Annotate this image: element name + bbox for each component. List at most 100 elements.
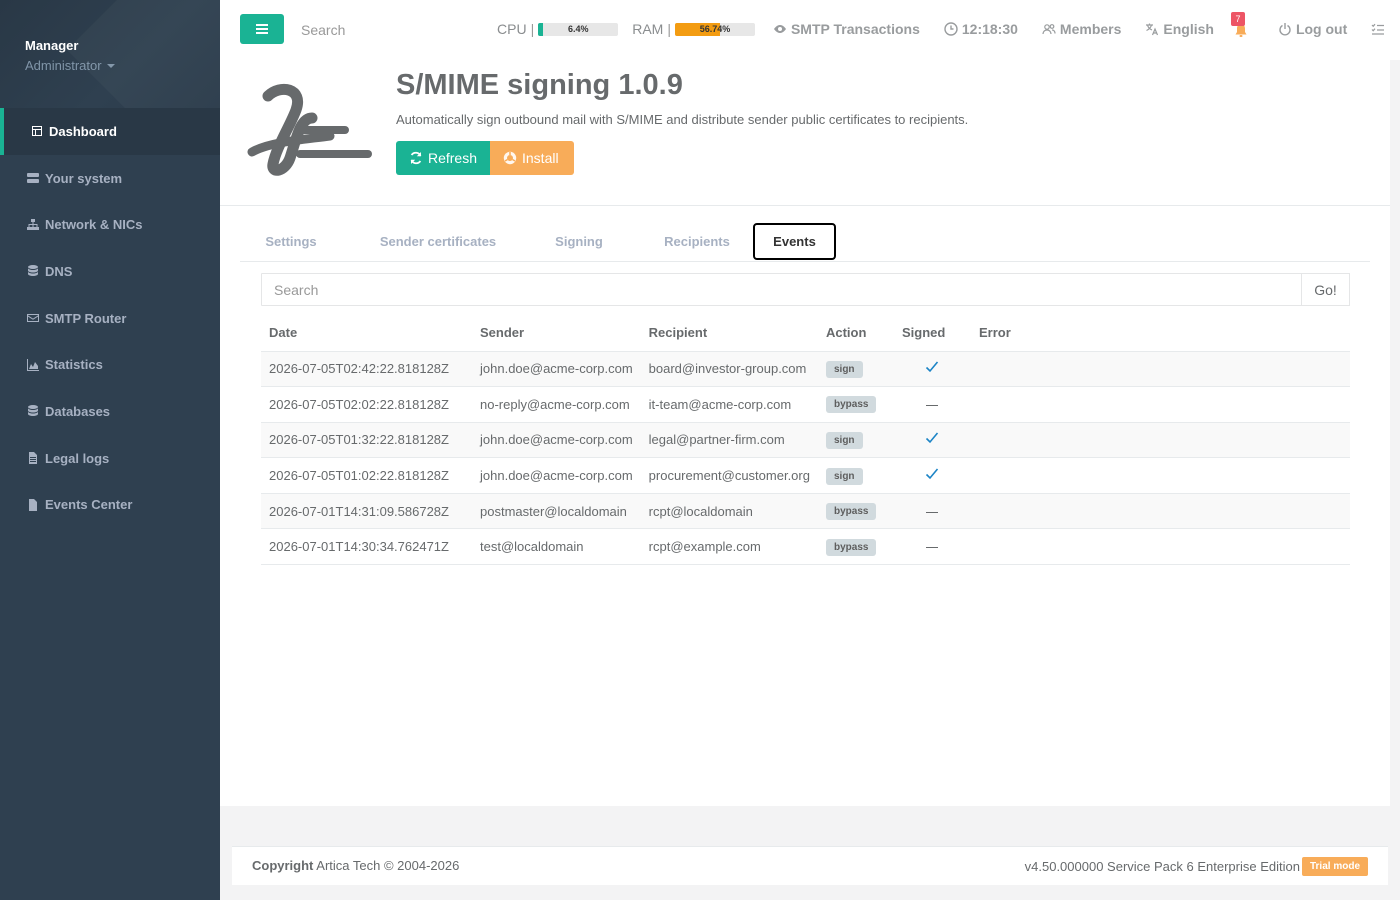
sidebar-item-label: Legal logs — [45, 450, 110, 466]
footer: Copyright Artica Tech © 2004-2026 v4.50.… — [232, 846, 1388, 885]
task-list-button[interactable] — [1371, 22, 1385, 36]
events-search-input[interactable] — [261, 273, 1302, 306]
go-button[interactable]: Go! — [1301, 273, 1350, 306]
cpu-value: 6.4% — [567, 23, 589, 34]
table-row[interactable]: 2026-07-05T02:02:22.818128Z no-reply@acme… — [261, 386, 1350, 423]
cell-error — [970, 422, 1350, 459]
tab-events[interactable]: Events — [753, 223, 836, 260]
cell-date: 2026-07-01T14:31:09.586728Z — [261, 493, 472, 530]
table-row[interactable]: 2026-07-05T01:02:22.818128Z john.doe@acme… — [261, 457, 1350, 494]
column-header-signed[interactable]: Signed — [893, 315, 971, 352]
top-navbar: CPU | 6.4% RAM | 56.74% SMTP Transaction… — [220, 0, 1400, 60]
check-icon — [926, 361, 939, 373]
refresh-label: Refresh — [427, 150, 477, 166]
separator: | — [530, 21, 535, 37]
tab-sender-certificates[interactable]: Sender certificates — [375, 223, 501, 261]
cell-signed — [893, 386, 971, 423]
cell-sender: no-reply@acme-corp.com — [472, 386, 641, 423]
sidebar-item-databases[interactable]: Databases — [0, 388, 220, 435]
envelope-icon — [27, 312, 39, 324]
tab-signing-rules[interactable]: Signing rules — [538, 223, 620, 287]
sidebar-item-label: SMTP Router — [45, 310, 127, 326]
cell-date: 2026-07-05T01:32:22.818128Z — [261, 422, 472, 459]
menu-toggle-button[interactable] — [240, 14, 284, 44]
notifications-button[interactable]: 7 — [1230, 12, 1248, 38]
footer-version: v4.50.000000 Service Pack 6 Enterprise E… — [1025, 857, 1368, 876]
tab-recipients[interactable]: Recipients — [662, 223, 732, 261]
top-search-input[interactable] — [301, 21, 461, 39]
install-button[interactable]: Install — [490, 141, 574, 175]
column-header-date[interactable]: Date — [261, 315, 472, 352]
dash-icon — [926, 547, 939, 549]
area-chart-icon — [27, 358, 39, 371]
sidebar-item-label: Events Center — [45, 497, 133, 513]
copyright-label: Copyright — [252, 858, 314, 873]
cell-sender: john.doe@acme-corp.com — [472, 351, 641, 388]
cell-signed — [893, 457, 971, 494]
members-link[interactable]: Members — [1042, 21, 1121, 37]
cell-recipient: rcpt@localdomain — [640, 493, 818, 530]
column-header-error[interactable]: Error — [970, 315, 1350, 352]
column-header-sender[interactable]: Sender — [472, 315, 641, 352]
action-badge: bypass — [825, 396, 877, 414]
sidebar: Manager Administrator Dashboard Your sys… — [0, 0, 220, 900]
version-text: v4.50.000000 Service Pack 6 Enterprise E… — [1024, 859, 1300, 874]
profile-role-dropdown[interactable]: Administrator — [25, 58, 220, 73]
column-header-action[interactable]: Action — [817, 315, 894, 352]
events-search-bar: Go! — [261, 273, 1350, 306]
logout-link[interactable]: Log out — [1278, 21, 1347, 37]
cpu-meter: 6.4% — [538, 22, 619, 36]
table-row[interactable]: 2026-07-01T14:31:09.586728Z postmaster@lo… — [261, 493, 1350, 530]
cell-signed — [893, 528, 971, 566]
cell-recipient: it-team@acme-corp.com — [640, 386, 818, 423]
check-icon — [926, 468, 939, 480]
cell-recipient: legal@partner-firm.com — [640, 422, 818, 459]
language-selector[interactable]: English — [1145, 21, 1214, 37]
profile-block: Manager Administrator — [0, 0, 220, 108]
sidebar-item-dns[interactable]: DNS — [0, 248, 220, 295]
cell-error — [970, 457, 1350, 494]
logout-label: Log out — [1295, 21, 1348, 37]
table-row[interactable]: 2026-07-05T02:42:22.818128Z john.doe@acme… — [261, 351, 1350, 388]
action-badge: sign — [825, 360, 863, 378]
sidebar-item-smtp-router[interactable]: SMTP Router — [0, 295, 220, 342]
cell-sender: john.doe@acme-corp.com — [472, 422, 641, 459]
sidebar-item-legal-logs[interactable]: Legal logs — [0, 435, 220, 482]
server-icon — [27, 172, 39, 184]
ram-label: RAM — [632, 21, 664, 37]
clock: 12:18:30 — [944, 21, 1018, 37]
top-right-area: CPU | 6.4% RAM | 56.74% SMTP Transaction… — [497, 12, 1385, 38]
table-row[interactable]: 2026-07-05T01:32:22.818128Z john.doe@acme… — [261, 422, 1350, 459]
translate-icon — [1146, 23, 1159, 36]
refresh-button[interactable]: Refresh — [396, 141, 490, 175]
sidebar-item-label: Databases — [45, 403, 111, 419]
cell-sender: john.doe@acme-corp.com — [472, 457, 641, 494]
language-label: English — [1163, 21, 1214, 37]
cpu-label: CPU — [497, 21, 527, 37]
sidebar-item-dashboard[interactable]: Dashboard — [0, 108, 220, 155]
cell-recipient: board@investor-group.com — [640, 351, 818, 388]
database-icon — [27, 265, 39, 277]
table-row[interactable]: 2026-07-01T14:30:34.762471Z test@localdom… — [261, 528, 1350, 566]
sidebar-item-label: Statistics — [45, 357, 103, 373]
sidebar-item-statistics[interactable]: Statistics — [0, 341, 220, 388]
copyright-text: Artica Tech © 2004-2026 — [316, 858, 460, 873]
sidebar-item-your-system[interactable]: Your system — [0, 155, 220, 202]
check-icon — [926, 432, 939, 444]
cell-date: 2026-07-05T01:02:22.818128Z — [261, 457, 472, 494]
sidebar-item-events-center[interactable]: Events Center — [0, 482, 220, 529]
members-label: Members — [1059, 21, 1122, 37]
tab-settings[interactable]: Settings — [260, 223, 322, 261]
cell-action: sign — [817, 457, 894, 494]
main-content: S/MIME signing 1.0.9 Automatically sign … — [220, 60, 1390, 806]
cell-date: 2026-07-05T02:02:22.818128Z — [261, 386, 472, 423]
eye-icon — [773, 25, 786, 33]
page-title: S/MIME signing 1.0.9 — [396, 69, 683, 101]
smtp-transactions-link[interactable]: SMTP Transactions — [773, 21, 920, 37]
sidebar-item-network[interactable]: Network & NICs — [0, 201, 220, 248]
column-header-recipient[interactable]: Recipient — [640, 315, 818, 352]
database-icon — [27, 405, 39, 417]
users-icon — [1042, 24, 1056, 35]
cell-action: sign — [817, 351, 894, 388]
tab-bar: Settings Sender certificates Signing rul… — [240, 223, 1370, 287]
